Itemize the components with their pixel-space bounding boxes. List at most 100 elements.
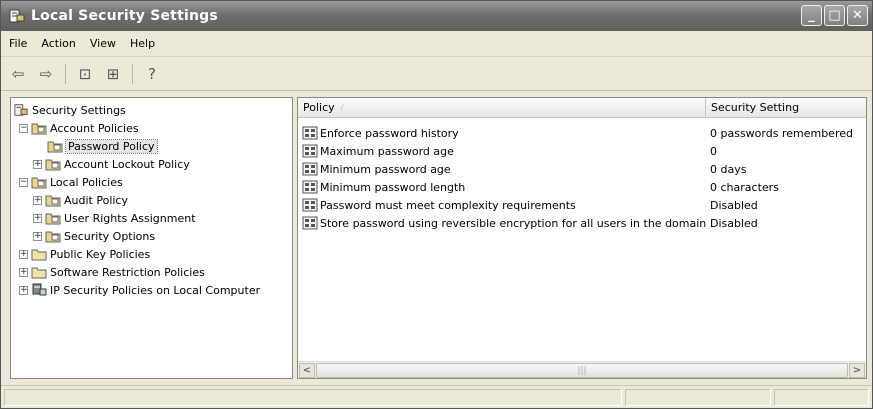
table-row[interactable]: Minimum password age 0 days <box>298 160 866 178</box>
policy-folder-icon <box>31 177 47 189</box>
collapse-toggle[interactable]: − <box>19 177 28 187</box>
expand-toggle[interactable]: + <box>33 213 42 223</box>
toolbar-separator <box>65 63 66 84</box>
horizontal-scrollbar[interactable]: < ||| > <box>298 361 866 378</box>
minimize-button[interactable]: _ <box>801 5 822 26</box>
tree-node-public-key-policies[interactable]: + Public Key Policies <box>19 245 150 263</box>
details-list[interactable]: Policy / Security Setting Enforce passwo… <box>297 97 867 379</box>
policy-cell: Password must meet complexity requiremen… <box>298 198 706 212</box>
policy-folder-icon <box>45 195 61 207</box>
status-bar <box>1 385 872 408</box>
console-tree[interactable]: Security Settings − Account Policies Pas… <box>10 97 293 379</box>
column-header-policy[interactable]: Policy / <box>298 98 706 118</box>
policy-name: Enforce password history <box>320 126 459 140</box>
menu-help[interactable]: Help <box>130 37 155 50</box>
expand-toggle[interactable]: + <box>33 195 42 205</box>
export-list-icon[interactable]: ⊞ <box>102 63 124 85</box>
scroll-right-button[interactable]: > <box>849 363 865 378</box>
policy-name: Minimum password length <box>320 180 466 194</box>
expand-toggle[interactable]: + <box>19 267 28 277</box>
column-header-label: Policy <box>303 101 335 114</box>
table-row[interactable]: Enforce password history 0 passwords rem… <box>298 124 866 142</box>
scroll-left-button[interactable]: < <box>299 363 315 378</box>
policy-name: Maximum password age <box>320 144 454 158</box>
tree-node-label: Security Options <box>64 229 156 243</box>
close-button[interactable]: ✕ <box>847 5 868 26</box>
policy-name: Password must meet complexity requiremen… <box>320 198 576 212</box>
tree-node-label: Account Lockout Policy <box>64 157 190 171</box>
collapse-toggle[interactable]: − <box>19 123 28 133</box>
setting-cell: Disabled <box>710 198 758 212</box>
tree-node-security-options[interactable]: + Security Options <box>33 227 155 245</box>
policy-cell: Minimum password length <box>298 180 706 194</box>
tree-node-security-settings[interactable]: Security Settings <box>13 101 126 119</box>
local-security-settings-window: Local Security Settings _ □ ✕ File Actio… <box>0 0 873 409</box>
policy-item-icon <box>302 144 318 158</box>
policy-folder-icon <box>47 141 63 153</box>
scroll-thumb[interactable]: ||| <box>316 363 848 378</box>
policy-name: Minimum password age <box>320 162 451 176</box>
toolbar-separator <box>132 63 133 84</box>
menu-action[interactable]: Action <box>41 37 75 50</box>
column-header-security-setting[interactable]: Security Setting <box>706 98 866 118</box>
sort-indicator-icon: / <box>340 102 344 113</box>
policy-cell: Enforce password history <box>298 126 706 140</box>
title-bar[interactable]: Local Security Settings _ □ ✕ <box>1 1 872 31</box>
policy-item-icon <box>302 216 318 230</box>
setting-cell: 0 <box>710 144 717 158</box>
status-segment <box>4 389 622 406</box>
status-segment <box>625 389 771 406</box>
maximize-button[interactable]: □ <box>824 5 845 26</box>
tree-node-account-policies[interactable]: − Account Policies <box>19 119 139 137</box>
menu-view[interactable]: View <box>90 37 116 50</box>
tree-node-local-policies[interactable]: − Local Policies <box>19 173 123 191</box>
tree-node-label: User Rights Assignment <box>64 211 196 225</box>
help-icon[interactable]: ? <box>141 63 163 85</box>
tree-node-user-rights-assignment[interactable]: + User Rights Assignment <box>33 209 196 227</box>
tree-node-label: IP Security Policies on Local Computer <box>50 283 261 297</box>
tree-node-audit-policy[interactable]: + Audit Policy <box>33 191 128 209</box>
policy-item-icon <box>302 180 318 194</box>
menu-file[interactable]: File <box>9 37 27 50</box>
policy-name: Store password using reversible encrypti… <box>320 216 706 230</box>
table-row[interactable]: Password must meet complexity requiremen… <box>298 196 866 214</box>
setting-cell: Disabled <box>710 216 758 230</box>
tree-node-ip-security-policies[interactable]: + IP Security Policies on Local Computer <box>19 281 260 299</box>
tree-node-label: Account Policies <box>50 121 139 135</box>
forward-arrow-icon[interactable]: ⇨ <box>35 63 57 85</box>
policy-folder-icon <box>45 231 61 243</box>
tree-node-password-policy[interactable]: Password Policy <box>47 137 158 155</box>
policy-item-icon <box>302 162 318 176</box>
table-row[interactable]: Store password using reversible encrypti… <box>298 214 866 232</box>
policy-cell: Store password using reversible encrypti… <box>298 216 706 230</box>
tree-node-label: Public Key Policies <box>50 247 151 261</box>
tree-node-label: Password Policy <box>65 138 158 154</box>
menu-bar: File Action View Help <box>1 31 872 57</box>
up-folder-icon[interactable]: ⊡ <box>74 63 96 85</box>
expand-toggle[interactable]: + <box>33 231 42 241</box>
expand-toggle[interactable]: + <box>33 159 42 169</box>
column-header-label: Security Setting <box>711 101 800 114</box>
tree-node-software-restriction-policies[interactable]: + Software Restriction Policies <box>19 263 205 281</box>
folder-icon <box>31 249 47 261</box>
policy-cell: Minimum password age <box>298 162 706 176</box>
policy-cell: Maximum password age <box>298 144 706 158</box>
tree-node-label: Security Settings <box>32 103 126 117</box>
tree-node-account-lockout-policy[interactable]: + Account Lockout Policy <box>33 155 190 173</box>
status-segment <box>774 389 869 406</box>
table-row[interactable]: Minimum password length 0 characters <box>298 178 866 196</box>
policy-folder-icon <box>31 123 47 135</box>
expand-toggle[interactable]: + <box>19 249 28 259</box>
toolbar: ⇦ ⇨ ⊡ ⊞ ? <box>1 57 872 91</box>
folder-icon <box>31 267 47 279</box>
expand-toggle[interactable]: + <box>19 285 28 295</box>
tree-node-label: Audit Policy <box>64 193 128 207</box>
back-arrow-icon[interactable]: ⇦ <box>7 63 29 85</box>
tree-node-label: Software Restriction Policies <box>50 265 205 279</box>
policy-item-icon <box>302 126 318 140</box>
setting-cell: 0 days <box>710 162 747 176</box>
policy-folder-icon <box>45 213 61 225</box>
window-controls: _ □ ✕ <box>801 5 868 26</box>
security-settings-icon <box>14 104 28 116</box>
table-row[interactable]: Maximum password age 0 <box>298 142 866 160</box>
